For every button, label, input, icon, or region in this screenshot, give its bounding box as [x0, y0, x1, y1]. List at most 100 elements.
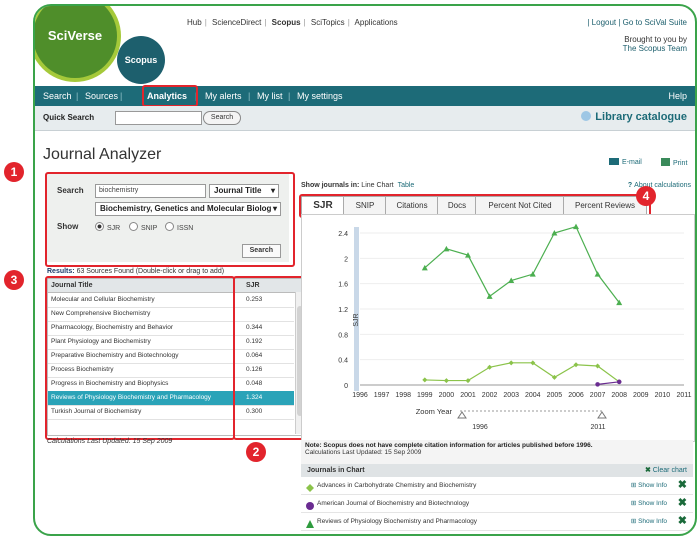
nav-sources[interactable]: Sources — [85, 91, 118, 101]
clear-chart-label: Clear chart — [652, 467, 687, 474]
show-table-link[interactable]: Table — [398, 182, 415, 189]
brought-by-label: Brought to you by — [624, 35, 687, 44]
nav-my-settings[interactable]: My settings — [297, 91, 343, 101]
note-bold: Note: Scopus does not have complete cita… — [301, 442, 693, 449]
x-tick-label: 1999 — [417, 392, 433, 399]
chart-journal-name: Advances in Carbohydrate Chemistry and B… — [317, 482, 477, 489]
nav-my-alerts[interactable]: My alerts — [205, 91, 242, 101]
sjr-line-chart[interactable]: 0 0.4 0.8 1.2 1.6 2 2.4 SJR 1996 1997 1998 1999 2000… — [302, 215, 694, 441]
nav-search[interactable]: Search — [43, 91, 72, 101]
page-frame: SciVerse Scopus Hub | ScienceDirect | Scop… — [33, 4, 697, 536]
quick-search-input[interactable] — [115, 111, 202, 125]
page-title: Journal Analyzer — [43, 146, 162, 163]
globe-icon — [581, 111, 592, 121]
data-point — [422, 377, 428, 383]
help-icon: ? — [627, 182, 633, 189]
brought-by-name: The Scopus Team — [622, 44, 687, 53]
remove-journal-icon[interactable]: ✖ — [678, 513, 687, 530]
x-tick-label: 1998 — [395, 392, 411, 399]
highlight-analytics — [142, 85, 198, 107]
sciverse-logo[interactable]: SciVerse — [35, 6, 121, 82]
data-point — [443, 378, 449, 384]
account-area: | Logout | Go to SciVal Suite Brought to… — [587, 18, 687, 53]
close-icon: ✖ — [644, 467, 651, 474]
journals-in-chart-header: Journals in Chart ✖ Clear chart — [301, 464, 693, 477]
x-tick-label: 2007 — [590, 392, 606, 399]
triangle-marker-icon — [306, 518, 314, 534]
nav-divider: | — [76, 91, 79, 101]
nav-help[interactable]: Help — [668, 91, 687, 101]
logout-links[interactable]: | Logout | Go to SciVal Suite — [587, 18, 687, 27]
x-tick-label: 2010 — [655, 392, 671, 399]
zoom-handle-start — [457, 411, 467, 419]
show-info-label: Show Info — [638, 518, 667, 525]
series-line — [424, 362, 620, 383]
x-tick-label: 1997 — [374, 392, 390, 399]
link-hub[interactable]: Hub — [187, 18, 202, 27]
x-tick-label: 2009 — [633, 392, 649, 399]
annotation-badge-4: 4 — [636, 186, 656, 206]
show-journals-bar: Show journals in: Line Chart Table — [301, 182, 414, 189]
data-point — [594, 271, 601, 277]
chart-journal-item: Advances in Carbohydrate Chemistry and B… — [301, 477, 693, 495]
library-catalogue-link[interactable]: Library catalogue — [581, 111, 687, 123]
show-info-label: Show Info — [638, 482, 667, 489]
data-point — [573, 223, 579, 230]
results-summary: Results: 63 Sources Found (Double-click … — [47, 268, 224, 275]
email-link[interactable]: E-mail — [609, 158, 642, 166]
show-info-label: Show Info — [638, 500, 667, 507]
show-line-chart[interactable]: Line Chart — [361, 182, 393, 189]
data-point — [443, 245, 450, 252]
show-info-link[interactable]: ⊞ Show Info — [631, 477, 667, 494]
series-line — [597, 381, 620, 385]
link-sciencedirect[interactable]: ScienceDirect — [212, 18, 261, 27]
chart-journal-name: Reviews of Physiology Biochemistry and P… — [317, 518, 478, 525]
show-info-link[interactable]: ⊞ Show Info — [631, 513, 667, 530]
results-prefix: Results: — [47, 268, 75, 275]
scopus-logo[interactable]: Scopus — [117, 36, 165, 84]
citation-note: Note: Scopus does not have complete cita… — [301, 440, 693, 466]
remove-journal-icon[interactable]: ✖ — [678, 477, 687, 494]
nav-divider: | — [248, 91, 251, 101]
x-tick-label: 1996 — [352, 392, 368, 399]
y-tick-label: 0.8 — [338, 332, 348, 339]
x-tick-label: 2005 — [547, 392, 563, 399]
data-point — [595, 382, 600, 387]
quick-search-bar: Quick Search Search Library catalogue — [35, 106, 695, 131]
note-sub: Calculations Last Updated: 15 Sep 2009 — [305, 449, 422, 456]
show-info-link[interactable]: ⊞ Show Info — [631, 495, 667, 512]
data-point — [573, 362, 579, 368]
highlight-sjr-column — [233, 276, 307, 440]
calculations-updated: Calculations Last Updated: 15 Sep 2009 — [47, 438, 173, 445]
sciverse-logo-text: SciVerse — [35, 6, 117, 78]
y-tick-label: 0 — [344, 383, 348, 390]
link-applications[interactable]: Applications — [355, 18, 398, 27]
link-scitopics[interactable]: SciTopics — [311, 18, 345, 27]
print-label: Print — [673, 160, 688, 167]
clear-chart-button[interactable]: ✖ Clear chart — [645, 464, 687, 477]
y-tick-label: 2 — [344, 256, 348, 263]
about-calculations-link[interactable]: ? About calculations — [628, 182, 691, 189]
email-label: E-mail — [622, 159, 642, 166]
chart-container: 0 0.4 0.8 1.2 1.6 2 2.4 SJR 1996 1997 1998 1999 2000… — [301, 214, 695, 442]
data-point — [616, 379, 622, 385]
chart-journal-name: American Journal of Biochemistry and Bio… — [317, 500, 470, 507]
highlight-search-panel — [45, 172, 295, 267]
quick-search-button[interactable]: Search — [203, 111, 241, 125]
zoom-to-label: 2011 — [590, 424, 605, 431]
x-tick-label: 2003 — [503, 392, 519, 399]
print-link[interactable]: Print — [661, 158, 687, 167]
journals-in-chart: Journals in Chart ✖ Clear chart Advances … — [301, 464, 693, 534]
x-tick-label: 2006 — [568, 392, 584, 399]
x-tick-label: 2002 — [482, 392, 498, 399]
nav-my-list[interactable]: My list — [257, 91, 283, 101]
x-tick-label: 2011 — [676, 392, 691, 399]
y-tick-label: 1.6 — [338, 282, 348, 289]
zoom-from-label: 1996 — [472, 424, 488, 431]
main-nav: Search | Sources | Analytics | My alerts… — [35, 86, 695, 106]
link-scopus[interactable]: Scopus — [272, 18, 301, 27]
highlight-title-column — [45, 276, 235, 440]
print-icon — [661, 158, 670, 166]
remove-journal-icon[interactable]: ✖ — [678, 495, 687, 512]
y-tick-label: 2.4 — [338, 231, 348, 238]
